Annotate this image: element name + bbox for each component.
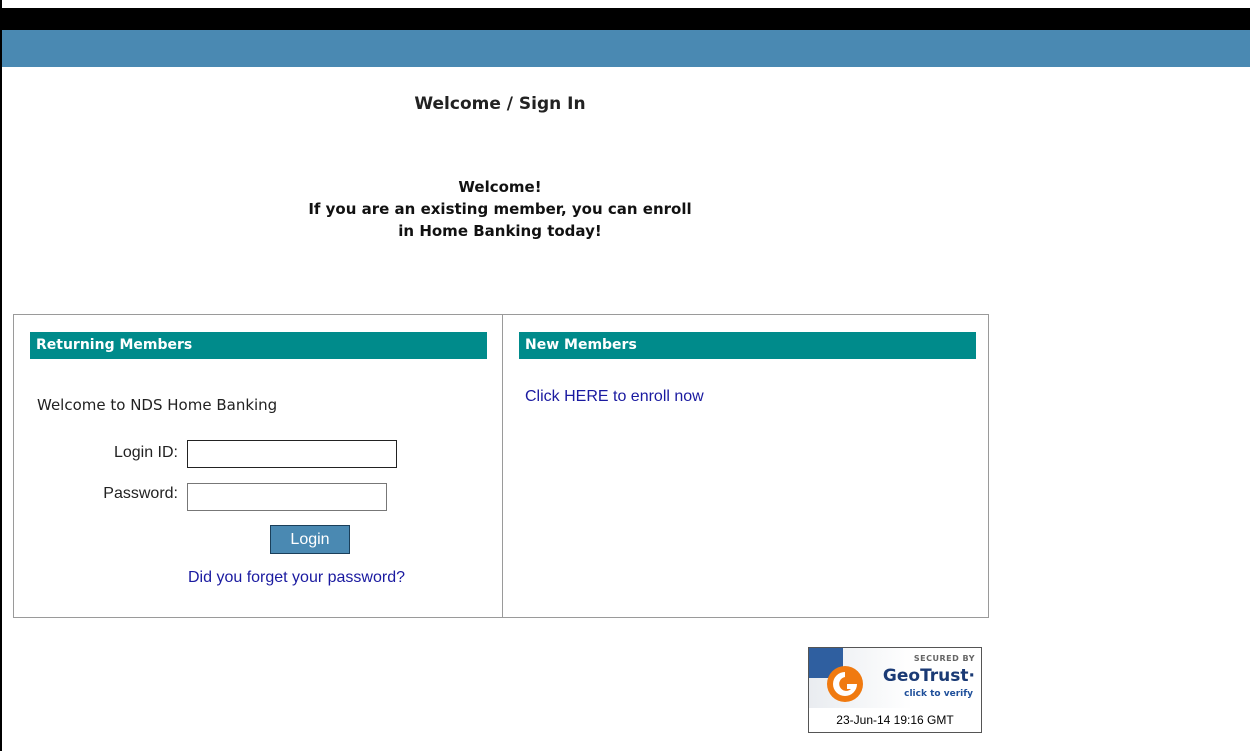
new-members-header: New Members (519, 332, 976, 359)
sign-in-panel: Returning Members Welcome to NDS Home Ba… (13, 314, 989, 618)
seal-date: 23-Jun-14 19:16 GMT (836, 713, 954, 727)
page-title: Welcome / Sign In (414, 94, 586, 114)
welcome-message: Welcome! If you are an existing member, … (0, 176, 1000, 242)
geotrust-logo-icon (827, 666, 863, 702)
forgot-password-link[interactable]: Did you forget your password? (188, 569, 405, 587)
welcome-line-3: in Home Banking today! (398, 222, 602, 240)
seal-secured-by: SECURED BY (913, 654, 975, 663)
password-label: Password: (103, 485, 178, 502)
seal-brand: GeoTrust· (883, 666, 975, 686)
welcome-line-1: Welcome! (458, 178, 542, 196)
welcome-line-2: If you are an existing member, you can e… (308, 200, 692, 218)
returning-intro-text: Welcome to NDS Home Banking (37, 396, 278, 414)
password-input[interactable] (187, 483, 387, 511)
login-id-label: Login ID: (113, 444, 178, 461)
seal-trademark: · (968, 666, 975, 686)
returning-members-header: Returning Members (30, 332, 487, 359)
seal-verify-text: click to verify (904, 689, 973, 699)
top-black-bar (0, 8, 1250, 30)
login-id-input[interactable] (187, 440, 397, 468)
geotrust-seal[interactable]: SECURED BY GeoTrust· click to verify 23-… (808, 647, 982, 733)
header-band (0, 30, 1250, 67)
login-button[interactable]: Login (270, 525, 350, 554)
seal-brand-name: GeoTrust (882, 666, 969, 686)
enroll-link[interactable]: Click HERE to enroll now (525, 388, 704, 406)
panel-divider (502, 315, 503, 617)
